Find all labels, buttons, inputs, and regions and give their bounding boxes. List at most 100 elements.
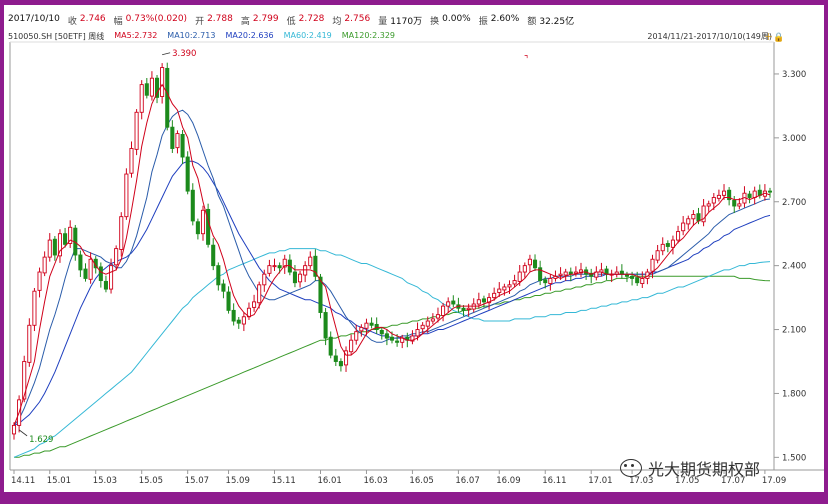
- candle: [410, 330, 415, 345]
- candle-body: [272, 265, 277, 268]
- candle-body: [732, 200, 737, 207]
- annotation-label: 1.629: [29, 435, 53, 445]
- candle: [456, 297, 461, 313]
- candle-body: [359, 326, 364, 332]
- candle: [369, 317, 374, 329]
- candle: [313, 249, 318, 281]
- candle: [691, 210, 696, 226]
- candle: [221, 279, 226, 299]
- candle-body: [696, 213, 701, 222]
- candle-body: [354, 331, 359, 341]
- candle-body: [466, 307, 471, 310]
- candle-body: [32, 290, 37, 326]
- candle: [170, 120, 175, 153]
- candle: [68, 220, 73, 248]
- candle-body: [160, 67, 165, 97]
- candle-body: [441, 305, 446, 316]
- y-tick-label: 1.800: [782, 389, 806, 399]
- x-tick-label: 16.01: [317, 476, 341, 486]
- candle: [374, 317, 379, 335]
- candle-body: [252, 301, 257, 308]
- candle: [119, 212, 124, 257]
- candle-body: [670, 239, 675, 248]
- candle-body: [333, 355, 338, 362]
- candle: [512, 274, 517, 288]
- candle-body: [650, 258, 655, 272]
- x-tick-label: 17.01: [588, 476, 612, 486]
- candle-body: [165, 67, 170, 128]
- candle-body: [323, 312, 328, 339]
- candle-body: [83, 268, 88, 279]
- candle: [732, 195, 737, 214]
- candle-body: [767, 190, 773, 193]
- candle: [584, 266, 589, 280]
- y-tick-label: 2.400: [782, 262, 806, 272]
- candle: [446, 297, 451, 314]
- candle: [681, 216, 686, 236]
- candle-body: [103, 280, 108, 290]
- candle: [594, 266, 599, 281]
- candle-body: [144, 83, 149, 96]
- watermark: 光大期货期权部: [620, 456, 760, 480]
- candle-body: [384, 333, 389, 339]
- candle-body: [149, 77, 154, 97]
- candle: [195, 218, 200, 240]
- candle: [747, 190, 752, 204]
- y-tick-label: 2.100: [782, 326, 806, 336]
- y-tick-label: 3.000: [782, 134, 806, 144]
- candle: [614, 266, 619, 278]
- candle: [578, 262, 584, 278]
- x-tick-label: 16.07: [455, 476, 479, 486]
- candle: [527, 254, 532, 272]
- x-tick-label: 17.09: [762, 476, 786, 486]
- candle-body: [676, 231, 681, 241]
- candle-body: [369, 322, 374, 326]
- candle-body: [180, 133, 185, 158]
- candle-body: [231, 309, 236, 322]
- candle-body: [78, 254, 83, 271]
- wechat-icon: [620, 459, 642, 477]
- x-tick-label: 16.09: [496, 476, 520, 486]
- candle: [589, 268, 594, 284]
- candle: [384, 329, 389, 346]
- candle: [757, 184, 762, 199]
- x-tick-label: 15.03: [93, 476, 117, 486]
- candle: [701, 198, 706, 227]
- candle: [149, 71, 154, 101]
- candle-body: [711, 197, 716, 204]
- candlestick-chart: 3.300 3.000 2.700 2.400 2.100 1.800 1.500 14.1…: [9, 41, 824, 486]
- candle: [267, 259, 272, 277]
- y-tick-label: 1.500: [782, 453, 806, 463]
- candle: [650, 254, 655, 279]
- candle-body: [42, 256, 47, 274]
- candle-body: [200, 209, 206, 235]
- marker-corner: ⌝: [524, 55, 528, 65]
- candle: [252, 294, 257, 312]
- candle-body: [527, 258, 532, 266]
- candle-body: [630, 275, 635, 279]
- candle-body: [328, 336, 333, 356]
- candle-body: [660, 243, 665, 252]
- candle-body: [706, 203, 711, 207]
- candle: [767, 187, 773, 198]
- candle: [548, 273, 553, 291]
- candle-body: [221, 283, 226, 292]
- candle: [308, 251, 313, 269]
- candle-body: [681, 222, 686, 232]
- candle-body: [47, 239, 52, 258]
- candle: [226, 286, 231, 314]
- candle: [175, 130, 180, 154]
- candle-body: [226, 291, 231, 311]
- candle-body: [170, 126, 175, 149]
- candle: [349, 334, 354, 355]
- candle: [665, 240, 670, 253]
- candle: [190, 183, 195, 226]
- ma120-line: [14, 275, 771, 458]
- candle: [241, 312, 246, 332]
- watermark-text: 光大期货期权部: [648, 460, 761, 479]
- candle: [139, 80, 144, 120]
- candle-body: [88, 258, 93, 280]
- candle: [180, 129, 185, 165]
- candle: [83, 263, 88, 282]
- candle-body: [691, 214, 696, 220]
